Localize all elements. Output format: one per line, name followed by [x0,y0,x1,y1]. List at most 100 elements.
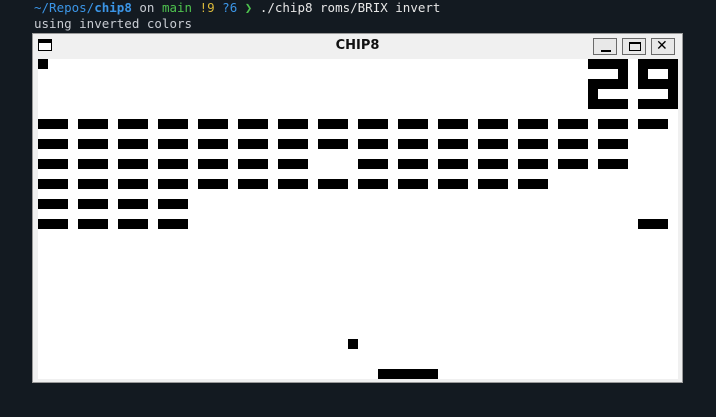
brick [598,139,628,149]
brick [198,179,228,189]
score-pixel [668,59,678,69]
brick [38,119,68,129]
score-pixel [638,99,648,109]
brick [478,119,508,129]
life-indicator [38,59,48,69]
brick [478,139,508,149]
brick [38,179,68,189]
score-pixel [648,99,658,109]
score-pixel [658,59,668,69]
brick [398,159,428,169]
brick [358,179,388,189]
brick [38,199,68,209]
prompt-modified-count: !9 [192,0,215,15]
score-pixel [668,89,678,99]
brick [238,119,268,129]
close-button[interactable]: ✕ [651,38,675,55]
score-pixel [618,99,628,109]
score-pixel [648,79,658,89]
brick [118,139,148,149]
brick [398,119,428,129]
brick [158,139,188,149]
score-pixel [638,79,648,89]
brick [478,179,508,189]
brick [358,159,388,169]
maximize-button[interactable] [622,38,646,55]
score-pixel [588,59,598,69]
brick [438,159,468,169]
brick [318,119,348,129]
brick [78,159,108,169]
score-pixel [618,59,628,69]
brick [558,139,588,149]
brick [198,139,228,149]
prompt-on: on [131,0,162,15]
brick [318,139,348,149]
score-pixel [638,69,648,79]
brick [438,139,468,149]
score-pixel [598,59,608,69]
terminal-prompt-line: ~/Repos/chip8 on main !9 ?6 ❯ ./chip8 ro… [34,0,440,15]
brick [638,119,668,129]
terminal-output-line: using inverted colors [34,16,193,31]
score-pixel [608,99,618,109]
brick [158,179,188,189]
brick [118,159,148,169]
score-pixel [588,89,598,99]
score-pixel [648,59,658,69]
brick [78,179,108,189]
brick [38,139,68,149]
brick [638,219,668,229]
brick [518,179,548,189]
score-pixel [608,79,618,89]
brick [118,179,148,189]
brick [198,159,228,169]
minimize-icon [601,50,611,52]
brick [598,159,628,169]
brick [398,139,428,149]
window-titlebar[interactable]: CHIP8 ✕ [33,34,682,58]
score-pixel [608,59,618,69]
brick [278,179,308,189]
score-pixel [658,99,668,109]
paddle [378,369,438,379]
brick [518,119,548,129]
score-pixel [598,79,608,89]
brick [158,119,188,129]
prompt-arrow-icon: ❯ [237,0,260,15]
game-display[interactable] [38,59,678,379]
brick [78,139,108,149]
brick [118,119,148,129]
score-pixel [618,79,628,89]
maximize-icon [629,42,641,51]
score-pixel [658,79,668,89]
score-pixel [588,99,598,109]
prompt-path: ~/Repos/ [34,0,95,15]
brick [278,159,308,169]
score-pixel [588,79,598,89]
brick [398,179,428,189]
minimize-button[interactable] [593,38,617,55]
brick [518,159,548,169]
brick [238,159,268,169]
brick [518,139,548,149]
ball [348,339,358,349]
brick [38,159,68,169]
brick [78,219,108,229]
brick [318,179,348,189]
score-pixel [618,69,628,79]
brick [478,159,508,169]
score-pixel [598,99,608,109]
window-title: CHIP8 [335,38,380,53]
brick [78,119,108,129]
brick [158,219,188,229]
prompt-command: ./chip8 roms/BRIX invert [259,0,441,15]
brick [278,139,308,149]
brick [278,119,308,129]
brick [238,179,268,189]
brick [558,159,588,169]
chip8-window: CHIP8 ✕ [32,33,683,383]
brick [358,139,388,149]
brick [358,119,388,129]
brick [558,119,588,129]
